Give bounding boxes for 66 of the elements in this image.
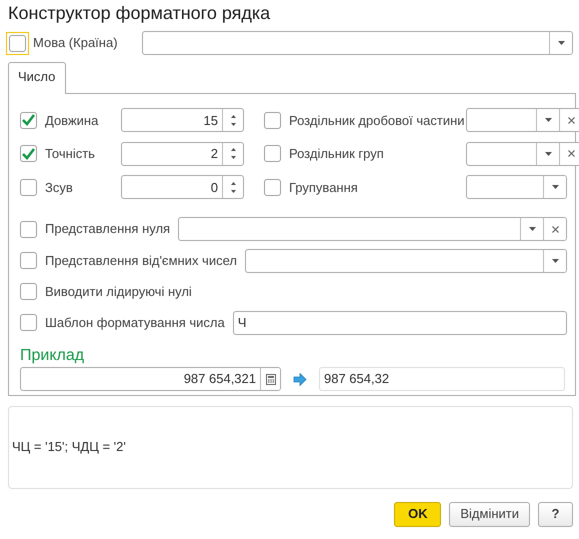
text-field[interactable]: Ч <box>234 312 566 334</box>
field-label: Зсув <box>45 178 74 197</box>
tab[interactable]: Число <box>8 62 66 94</box>
number-input[interactable]: 2 <box>122 142 222 165</box>
clear-button[interactable] <box>543 218 566 240</box>
number-input[interactable]: 15 <box>122 109 222 132</box>
field-label: Виводити лідируючі нулі <box>45 282 192 301</box>
dropdown-field[interactable] <box>466 108 579 132</box>
down-icon <box>230 190 236 193</box>
field-label: Мова (Країна) <box>33 34 119 52</box>
checkbox[interactable] <box>20 145 37 162</box>
calculator-icon <box>266 374 276 384</box>
spin-field[interactable]: 15 <box>121 108 244 132</box>
checkbox[interactable] <box>20 252 37 269</box>
number-input[interactable]: 987 654,321 <box>21 368 260 390</box>
caret-icon <box>552 185 558 190</box>
checkbox[interactable] <box>20 220 37 238</box>
window-title: Конструктор форматного рядка <box>7 2 272 25</box>
ok-button[interactable]: OK <box>394 502 442 526</box>
caret-icon <box>558 41 564 45</box>
field-label: Довжина <box>45 112 100 130</box>
checkbox[interactable] <box>20 314 37 331</box>
spin-field[interactable]: 0 <box>121 175 244 200</box>
dropdown-field[interactable] <box>466 175 567 200</box>
field-label: Роздільник груп <box>289 145 385 163</box>
caret-icon <box>528 227 536 231</box>
field-label: Представлення нуля <box>45 220 170 238</box>
result-text: ЧЦ = '15'; ЧДЦ = '2' <box>12 438 126 456</box>
dropdown-field[interactable] <box>244 248 567 272</box>
down-icon <box>230 156 236 160</box>
checkbox[interactable] <box>264 112 281 129</box>
checkbox[interactable] <box>264 145 281 162</box>
close-icon <box>568 150 574 158</box>
section-heading: Приклад <box>20 346 86 365</box>
dropdown-button[interactable] <box>543 176 566 198</box>
output-field[interactable]: 987 654,32 <box>320 368 564 390</box>
dropdown-button[interactable] <box>549 32 572 54</box>
help-button[interactable]: ? <box>538 502 573 526</box>
field-label: Шаблон форматування числа <box>45 314 225 332</box>
down-icon <box>230 122 236 126</box>
checkbox[interactable] <box>20 178 37 196</box>
checkbox[interactable] <box>20 112 37 129</box>
dialog-button[interactable]: Відмінити <box>449 502 530 526</box>
caret-icon <box>552 258 558 262</box>
up-icon <box>230 182 236 185</box>
up-icon <box>230 148 236 152</box>
arrow-icon <box>293 372 307 386</box>
up-icon <box>230 114 236 118</box>
dropdown-button[interactable] <box>543 250 566 272</box>
close-icon <box>552 226 558 232</box>
field-label: Роздільник дробової частини <box>289 112 466 130</box>
field-label: Групування <box>289 178 359 197</box>
calculator-button[interactable] <box>260 368 280 390</box>
number-field[interactable]: 987 654,321 <box>20 367 281 391</box>
dropdown-field[interactable] <box>178 217 567 241</box>
close-icon <box>568 116 574 124</box>
checkbox[interactable] <box>264 178 281 196</box>
number-input[interactable]: 0 <box>122 176 222 198</box>
caret-icon <box>544 118 552 122</box>
field-label: Точність <box>45 145 96 163</box>
field-label: Представлення від'ємних чисел <box>45 252 237 270</box>
dropdown-field[interactable] <box>142 31 573 55</box>
caret-icon <box>544 152 552 156</box>
dropdown-field[interactable] <box>466 142 579 166</box>
spin-field[interactable]: 2 <box>121 142 244 166</box>
checkbox[interactable] <box>20 283 37 300</box>
